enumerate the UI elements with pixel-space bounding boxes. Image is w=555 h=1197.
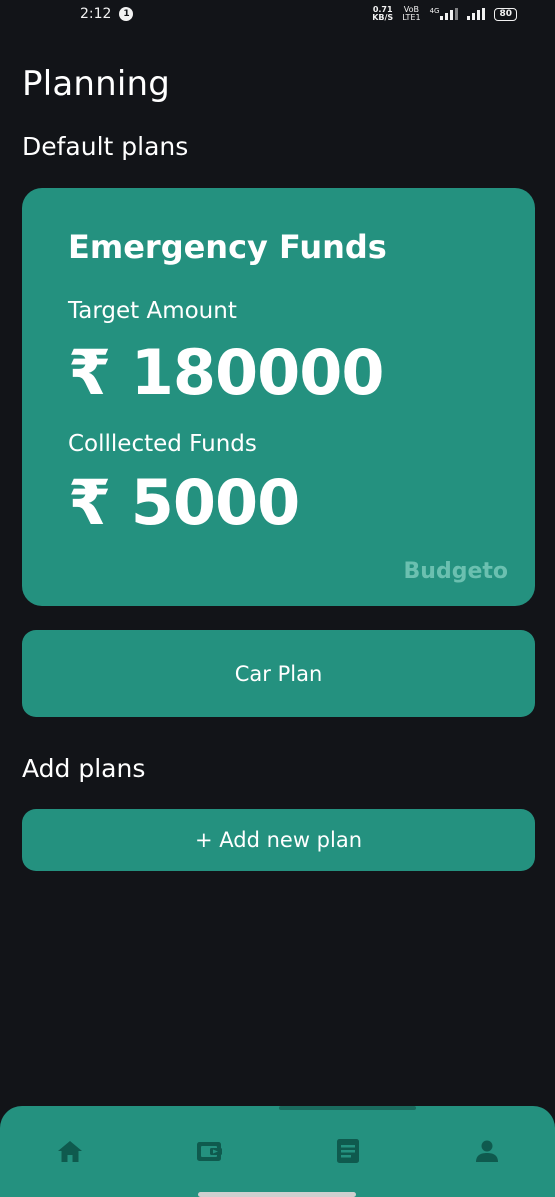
- nav-profile[interactable]: [472, 1136, 502, 1166]
- page-title: Planning: [22, 64, 171, 104]
- car-plan-label: Car Plan: [234, 661, 323, 686]
- network-speed: 0.71 KB/S: [372, 6, 393, 22]
- gesture-bar[interactable]: [198, 1192, 356, 1197]
- home-icon: [58, 1141, 82, 1162]
- add-new-plan-label: + Add new plan: [194, 828, 363, 852]
- target-amount-value: ₹ 180000: [68, 336, 385, 409]
- profile-icon: [476, 1140, 498, 1162]
- nav-notes[interactable]: [333, 1136, 363, 1166]
- collected-funds-value: ₹ 5000: [68, 466, 300, 539]
- status-right: 0.71 KB/S VoB LTE1 4G 80: [372, 6, 517, 22]
- status-bar: 2:12 1 0.71 KB/S VoB LTE1 4G 80: [0, 0, 555, 28]
- default-plans-heading: Default plans: [22, 132, 189, 161]
- notification-badge: 1: [119, 7, 134, 21]
- nav-wallet[interactable]: [195, 1136, 225, 1166]
- signal-type-label: 4G: [429, 7, 440, 15]
- target-amount-label: Target Amount: [68, 298, 237, 324]
- battery-icon: 80: [494, 7, 517, 21]
- network-speed-unit: KB/S: [372, 13, 394, 22]
- wallet-icon: [197, 1142, 222, 1161]
- add-plans-heading: Add plans: [22, 754, 146, 783]
- signal-bars-icon: [440, 8, 459, 20]
- signal-strength-icon: [467, 8, 486, 20]
- notes-icon: [337, 1139, 359, 1163]
- brand-logo: Budgeto: [403, 559, 508, 584]
- emergency-funds-card[interactable]: Emergency Funds Target Amount ₹ 180000 C…: [22, 188, 535, 606]
- status-left: 2:12 1: [80, 6, 134, 22]
- battery-level: 80: [499, 9, 512, 19]
- collected-funds-label: Colllected Funds: [68, 431, 257, 457]
- cellular-4g-signal: 4G: [430, 8, 459, 20]
- volte-indicator: VoB LTE1: [402, 6, 420, 22]
- planning-screen: 2:12 1 0.71 KB/S VoB LTE1 4G 80 Planning…: [0, 0, 555, 1197]
- plan-name: Emergency Funds: [68, 228, 387, 266]
- bottom-navigation: [0, 1106, 555, 1197]
- add-new-plan-button[interactable]: + Add new plan: [22, 809, 535, 871]
- car-plan-button[interactable]: Car Plan: [22, 630, 535, 717]
- volte-bottom: LTE1: [402, 13, 421, 22]
- status-time: 2:12: [80, 6, 112, 22]
- nav-home[interactable]: [55, 1136, 85, 1166]
- nav-indicator: [279, 1106, 416, 1110]
